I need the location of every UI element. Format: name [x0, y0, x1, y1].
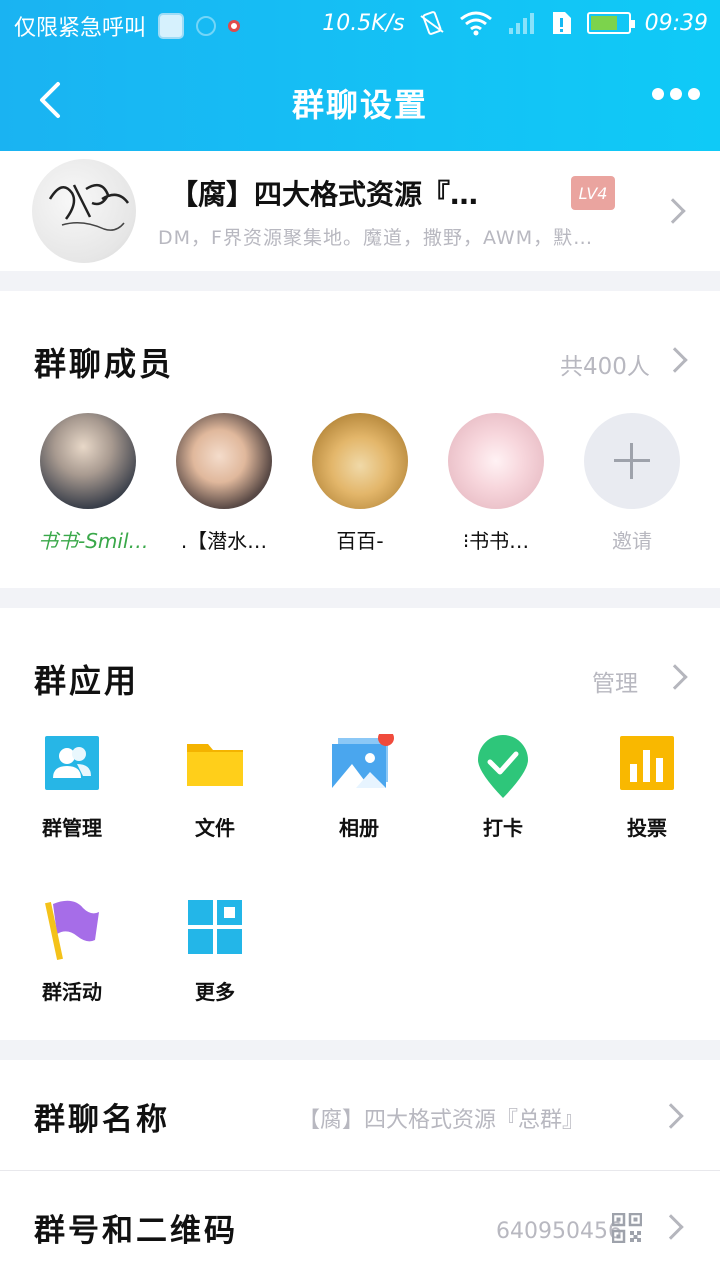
member-item[interactable]: 书书-Smil… [38, 413, 149, 554]
signature-logo-icon [48, 183, 130, 231]
app-label: 投票 [627, 816, 667, 840]
plus-icon [584, 413, 680, 509]
chevron-right-icon [658, 1103, 684, 1129]
group-id-value: 640950456 [496, 1219, 622, 1244]
search-notification-icon [196, 16, 217, 36]
app-group-manage[interactable]: 群管理 [17, 734, 127, 841]
group-name-value: 【腐】四大格式资源『总群』 [298, 1108, 585, 1133]
level-badge: LV4 [571, 176, 615, 210]
invite-label: 邀请 [612, 529, 652, 553]
carrier-text: 仅限紧急呼叫 [14, 16, 147, 41]
app-vote[interactable]: 投票 [592, 734, 702, 841]
group-id-label: 群号和二维码 [34, 1213, 238, 1249]
member-name: ⁝书书… [462, 529, 530, 553]
invite-member-button[interactable]: 邀请 [582, 413, 682, 554]
photo-album-icon [330, 730, 394, 792]
app-checkin[interactable]: 打卡 [448, 734, 558, 841]
app-label: 更多 [195, 980, 235, 1004]
member-avatar [448, 413, 544, 509]
folder-icon [186, 734, 244, 792]
app-group-activity[interactable]: 群活动 [17, 898, 127, 1005]
record-notification-icon [228, 20, 241, 32]
member-avatar [176, 413, 272, 509]
members-section: 群聊成员 共400人 书书-Smil… .【潜水… 百百- ⁝书书… 邀请 [0, 291, 720, 588]
more-dot-icon [688, 88, 700, 100]
app-album[interactable]: 相册 [304, 730, 414, 841]
qr-code-icon [611, 1212, 643, 1247]
sim-alert-icon [552, 12, 571, 34]
app-label: 文件 [195, 816, 235, 840]
battery-icon [586, 12, 635, 34]
nav-bar: 群聊设置 [0, 60, 720, 140]
app-label: 打卡 [483, 816, 523, 840]
signal-icon [508, 13, 534, 34]
vibrate-icon [420, 11, 444, 35]
member-count[interactable]: 共400人 [560, 347, 650, 381]
app-label: 群管理 [42, 816, 102, 840]
member-avatar [40, 413, 136, 509]
chevron-right-icon [660, 198, 686, 224]
group-profile-row[interactable]: 【腐】四大格式资源『… LV4 DM，F界资源聚集地。魔道，撒野，AWM，默… [0, 151, 720, 271]
chevron-right-icon [658, 1214, 684, 1240]
group-name-label: 群聊名称 [34, 1102, 170, 1138]
app-more[interactable]: 更多 [160, 898, 270, 1005]
more-dot-icon [670, 88, 682, 100]
member-item[interactable]: .【潜水… [174, 413, 274, 554]
apps-title: 群应用 [34, 662, 140, 700]
clock: 09:39 [644, 10, 708, 36]
member-name: 书书-Smil… [38, 529, 149, 553]
wifi-icon [459, 11, 492, 36]
member-name: .【潜水… [180, 529, 268, 553]
checkin-icon [474, 734, 532, 798]
member-avatar [312, 413, 408, 509]
status-bar: 仅限紧急呼叫 10.5K/s 09:39 [0, 0, 720, 50]
group-manage-icon [43, 734, 101, 792]
apps-manage-link[interactable]: 管理 [592, 664, 638, 698]
app-notification-icon [158, 13, 185, 39]
page-title: 群聊设置 [291, 86, 428, 124]
members-title: 群聊成员 [34, 345, 175, 383]
group-avatar [32, 159, 136, 263]
chevron-right-icon[interactable] [662, 664, 688, 690]
flag-icon [43, 898, 101, 960]
member-item[interactable]: 百百- [310, 413, 410, 554]
chevron-right-icon[interactable] [662, 347, 688, 373]
grid-more-icon [186, 898, 244, 956]
group-description: DM，F界资源聚集地。魔道，撒野，AWM，默… [158, 227, 594, 249]
vote-icon [618, 734, 676, 792]
network-speed: 10.5K/s [322, 10, 405, 36]
member-name: 百百- [336, 529, 384, 553]
app-label: 相册 [339, 816, 379, 840]
group-apps-section: 群应用 管理 群管理 文件 相册 打卡 投票 群活动 更多 [0, 608, 720, 1040]
more-dot-icon [652, 88, 664, 100]
app-files[interactable]: 文件 [160, 734, 270, 841]
group-id-row[interactable]: 群号和二维码 640950456 [0, 1171, 720, 1280]
group-name-row[interactable]: 群聊名称 【腐】四大格式资源『总群』 [0, 1060, 720, 1170]
top-bar: 仅限紧急呼叫 10.5K/s 09:39 群聊设置 [0, 0, 720, 151]
member-item[interactable]: ⁝书书… [446, 413, 546, 554]
more-options-button[interactable] [652, 88, 700, 100]
group-name: 【腐】四大格式资源『… [170, 178, 479, 211]
app-label: 群活动 [42, 980, 102, 1004]
